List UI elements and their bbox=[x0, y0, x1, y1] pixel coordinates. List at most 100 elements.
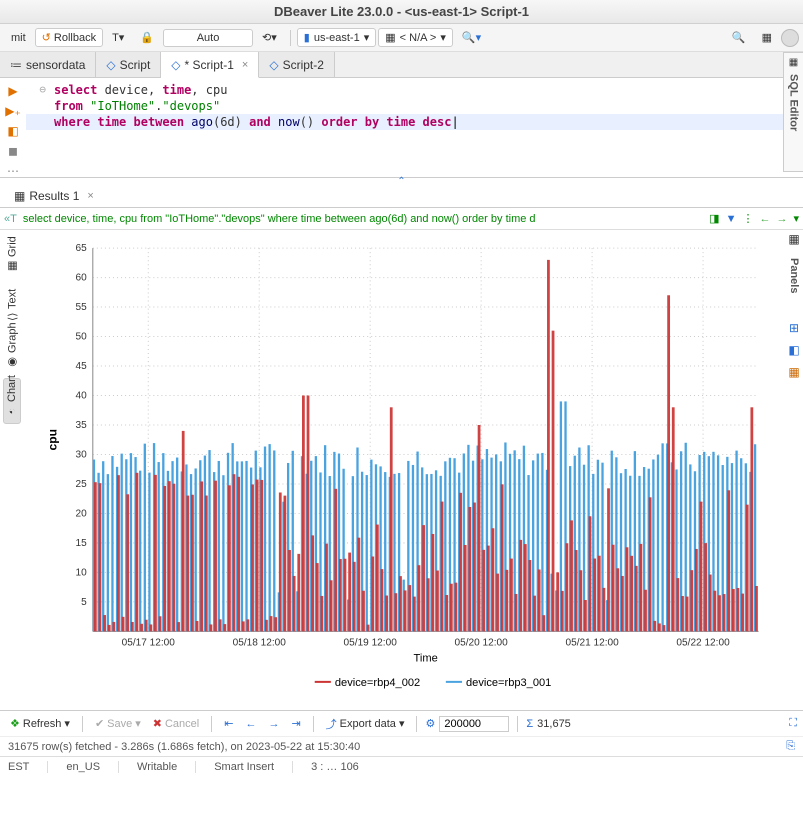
tx-mode-button[interactable]: T▾ bbox=[105, 28, 131, 47]
commit-button[interactable]: mit bbox=[4, 29, 33, 47]
svg-text:05/19 12:00: 05/19 12:00 bbox=[344, 638, 398, 649]
explain-icon[interactable]: ◧ bbox=[7, 124, 18, 138]
view-chart-button[interactable]: ◔Chart bbox=[3, 378, 21, 424]
footer-tz: EST bbox=[8, 761, 48, 773]
rowcount-icon: Σ bbox=[526, 718, 533, 730]
sql-editor[interactable]: ⊖select device, time, cpufrom "IoTHome".… bbox=[26, 78, 803, 177]
close-icon[interactable]: × bbox=[87, 190, 93, 202]
results-tab[interactable]: ▦Results 1× bbox=[4, 185, 104, 207]
rollback-button[interactable]: ↺Rollback bbox=[35, 28, 103, 47]
graph-icon: ◉ bbox=[6, 356, 19, 369]
chart-container: 510152025303540455055606505/17 12:0005/1… bbox=[24, 230, 803, 710]
editor-tab[interactable]: ◇ Script-2 bbox=[259, 52, 335, 77]
commit-mode-combo[interactable]: Auto bbox=[163, 29, 253, 47]
lock-icon[interactable]: 🔒 bbox=[133, 28, 161, 47]
editor-tab[interactable]: ≔ sensordata bbox=[0, 52, 96, 77]
footer-locale[interactable]: en_US bbox=[66, 761, 119, 773]
view-graph-button[interactable]: ◉Graph bbox=[3, 330, 22, 376]
cancel-button[interactable]: ✖Cancel bbox=[149, 715, 203, 732]
svg-text:50: 50 bbox=[76, 332, 88, 343]
results-toolbar: ❖Refresh ▾ ✔Save ▾ ✖Cancel ⇤ ← → ⇥ ⤴Expo… bbox=[0, 710, 803, 736]
editor-tab[interactable]: ◇* Script-1× bbox=[161, 52, 259, 78]
fetch-size-input[interactable] bbox=[439, 716, 509, 732]
search-toolbar-icon[interactable]: 🔍▾ bbox=[455, 28, 488, 47]
svg-text:30: 30 bbox=[76, 450, 88, 461]
table-icon: ≔ bbox=[10, 58, 22, 72]
status-db-icon[interactable]: ⎘ bbox=[786, 740, 795, 753]
results-tab-bar: ▦Results 1× bbox=[0, 184, 803, 208]
avatar[interactable] bbox=[781, 29, 799, 47]
svg-text:10: 10 bbox=[76, 567, 88, 578]
view-text-button[interactable]: ⟨⟩Text bbox=[3, 282, 22, 328]
dropdown-icon[interactable]: ▾ bbox=[793, 212, 799, 225]
export-button[interactable]: ⤴Export data ▾ bbox=[322, 714, 409, 734]
prev-query-icon[interactable]: ← bbox=[759, 213, 770, 225]
svg-text:05/20 12:00: 05/20 12:00 bbox=[455, 638, 509, 649]
eraser-icon[interactable]: ◨ bbox=[709, 212, 719, 225]
svg-text:device=rbp3_001: device=rbp3_001 bbox=[466, 677, 551, 689]
text-icon: ⟨⟩ bbox=[6, 312, 19, 321]
more-icon[interactable]: ⋯ bbox=[7, 164, 19, 178]
row-count: 31,675 bbox=[537, 718, 571, 730]
tab-label: Script bbox=[120, 58, 151, 72]
svg-text:15: 15 bbox=[76, 538, 88, 549]
prev-page-icon[interactable]: ← bbox=[241, 716, 260, 732]
maximize-icon[interactable]: ⛶ bbox=[789, 717, 797, 730]
main-toolbar: mit ↺Rollback T▾ 🔒 Auto ⟲▾ ▮us-east-1 ▾ … bbox=[0, 24, 803, 52]
sql-file-icon: ◇ bbox=[269, 58, 278, 72]
cpu-chart: 510152025303540455055606505/17 12:0005/1… bbox=[32, 238, 779, 702]
editor-tab[interactable]: ◇ Script bbox=[96, 52, 161, 77]
tab-label: Script-2 bbox=[283, 58, 324, 72]
svg-text:55: 55 bbox=[76, 302, 88, 313]
svg-text:05/21 12:00: 05/21 12:00 bbox=[565, 638, 619, 649]
first-row-icon[interactable]: ⇤ bbox=[220, 715, 237, 732]
grid-icon: ▦ bbox=[6, 260, 19, 273]
tab-label: sensordata bbox=[26, 58, 85, 72]
editor-gutter: ▶ ▶₊ ◧ ◼ ⋯ bbox=[0, 78, 26, 177]
result-view-area: ▦Grid⟨⟩Text◉Graph◔Chart 5101520253035404… bbox=[0, 230, 803, 710]
svg-text:20: 20 bbox=[76, 508, 88, 519]
refresh-button[interactable]: ❖Refresh ▾ bbox=[6, 715, 74, 732]
notifications-icon[interactable]: ▦ bbox=[755, 28, 779, 47]
view-mode-selector: ▦Grid ⟨⟩Text ◉Graph ◔Chart bbox=[0, 230, 24, 710]
tab-label: * Script-1 bbox=[185, 58, 234, 72]
svg-text:cpu: cpu bbox=[45, 429, 59, 451]
window-title: DBeaver Lite 23.0.0 - <us-east-1> Script… bbox=[274, 4, 529, 19]
svg-text:device=rbp4_002: device=rbp4_002 bbox=[335, 677, 420, 689]
svg-text:45: 45 bbox=[76, 361, 88, 372]
last-row-icon[interactable]: ⇥ bbox=[287, 715, 304, 732]
fetch-status-text: 31675 row(s) fetched - 3.286s (1.686s fe… bbox=[8, 741, 360, 753]
sql-tag-icon: «T bbox=[4, 213, 17, 225]
sql-editor-side-icon: ▦ bbox=[789, 57, 798, 68]
status-bar: 31675 row(s) fetched - 3.286s (1.686s fe… bbox=[0, 736, 803, 756]
footer-pos: 3 : … 106 bbox=[311, 761, 377, 773]
view-grid-button[interactable]: ▦Grid bbox=[3, 234, 22, 280]
footer-mode[interactable]: Writable bbox=[137, 761, 196, 773]
svg-text:05/17 12:00: 05/17 12:00 bbox=[122, 638, 176, 649]
history-button[interactable]: ⟲▾ bbox=[255, 28, 284, 47]
sql-editor-side-tab[interactable]: ▦ SQL Editor bbox=[783, 52, 803, 172]
svg-text:25: 25 bbox=[76, 479, 88, 490]
editor-tabs: ≔sensordata◇ Script◇* Script-1×◇ Script-… bbox=[0, 52, 803, 78]
run-statement-icon[interactable]: ▶ bbox=[8, 84, 17, 98]
sql-editor-area: ▶ ▶₊ ◧ ◼ ⋯ ⊖select device, time, cpufrom… bbox=[0, 78, 803, 178]
footer-bar: EST en_US Writable Smart Insert 3 : … 10… bbox=[0, 756, 803, 776]
close-icon[interactable]: × bbox=[242, 59, 248, 71]
svg-text:60: 60 bbox=[76, 273, 88, 284]
filter-icon[interactable]: ▼ bbox=[726, 213, 737, 225]
search-icon[interactable]: 🔍 bbox=[725, 28, 753, 47]
next-query-icon[interactable]: → bbox=[776, 213, 787, 225]
stop-icon[interactable]: ◼ bbox=[8, 144, 18, 158]
connection-combo[interactable]: ▮us-east-1 ▾ bbox=[297, 28, 376, 47]
footer-insert[interactable]: Smart Insert bbox=[214, 761, 293, 773]
sql-file-icon: ◇ bbox=[106, 58, 115, 72]
pane-divider[interactable] bbox=[0, 178, 803, 184]
next-page-icon[interactable]: → bbox=[264, 716, 283, 732]
svg-text:35: 35 bbox=[76, 420, 88, 431]
gear-icon[interactable]: ⚙ bbox=[425, 717, 435, 730]
run-script-icon[interactable]: ▶₊ bbox=[5, 104, 21, 118]
svg-text:65: 65 bbox=[76, 243, 88, 254]
options-icon[interactable]: ⋮ bbox=[742, 212, 753, 225]
save-button[interactable]: ✔Save ▾ bbox=[91, 715, 145, 732]
database-combo[interactable]: ▦< N/A > ▾ bbox=[378, 28, 453, 47]
